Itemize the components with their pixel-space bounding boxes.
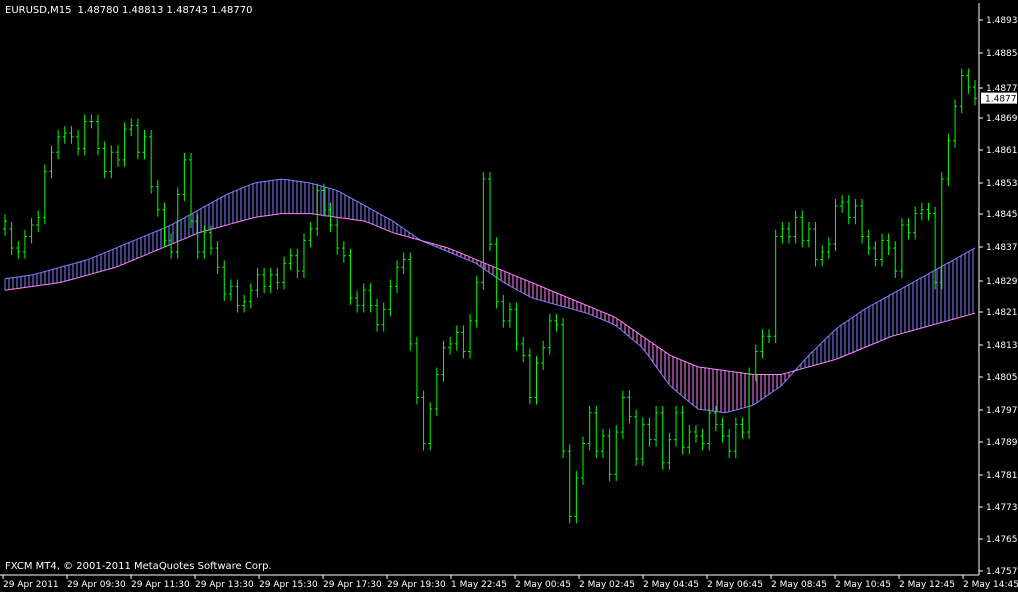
time-tick-label: 2 May 08:45 <box>771 580 827 590</box>
price-tick-label: 1.48855 <box>986 49 1018 59</box>
price-tick-label: 1.47815 <box>986 471 1018 481</box>
time-tick-label: 2 May 04:45 <box>643 580 699 590</box>
time-tick-label: 29 Apr 17:30 <box>323 580 382 590</box>
time-tick-label: 2 May 06:45 <box>707 580 763 590</box>
time-tick-label: 29 Apr 11:30 <box>131 580 190 590</box>
time-tick-label: 2 May 12:45 <box>899 580 955 590</box>
time-tick-label: 29 Apr 15:30 <box>259 580 318 590</box>
price-tick-label: 1.48455 <box>986 210 1018 220</box>
time-tick-label: 1 May 22:45 <box>451 580 507 590</box>
price-tick-label: 1.48215 <box>986 308 1018 318</box>
price-tick-label: 1.47895 <box>986 438 1018 448</box>
price-tick-label: 1.48615 <box>986 146 1018 156</box>
chart-header: EURUSD,M15 1.48780 1.48813 1.48743 1.4877… <box>5 5 252 16</box>
price-tick-label: 1.48535 <box>986 179 1018 189</box>
time-tick-label: 2 May 10:45 <box>835 580 891 590</box>
ohlc-readout: 1.48780 1.48813 1.48743 1.48770 <box>77 5 252 16</box>
time-tick-label: 29 Apr 13:30 <box>195 580 254 590</box>
current-price-marker: 1.48770 <box>981 92 1018 105</box>
price-tick-label: 1.48295 <box>986 277 1018 287</box>
price-tick-label: 1.48135 <box>986 341 1018 351</box>
price-tick-label: 1.48375 <box>986 243 1018 253</box>
price-tick-label: 1.48695 <box>986 114 1018 124</box>
copyright-footer: FXCM MT4, © 2001-2011 MetaQuotes Softwar… <box>5 561 272 572</box>
price-tick-label: 1.48770 <box>986 84 1018 94</box>
price-tick-label: 1.47735 <box>986 503 1018 513</box>
price-tick-label: 1.47655 <box>986 535 1018 545</box>
chart-background <box>0 0 1018 592</box>
time-tick-label: 29 Apr 2011 <box>3 580 59 590</box>
symbol-timeframe: EURUSD,M15 <box>5 5 71 16</box>
current-price-label: 1.48770 <box>985 95 1018 105</box>
price-chart[interactable]: 1.48935 1.48855 1.48770 1.48695 1.48615 1.485… <box>0 0 1018 592</box>
price-tick-label: 1.47575 <box>986 567 1018 577</box>
time-tick-label: 2 May 00:45 <box>515 580 571 590</box>
price-tick-label: 1.47975 <box>986 406 1018 416</box>
time-tick-label: 2 May 02:45 <box>579 580 635 590</box>
time-tick-label: 2 May 14:45 <box>963 580 1018 590</box>
price-tick-label: 1.48055 <box>986 373 1018 383</box>
price-tick-label: 1.48935 <box>986 16 1018 26</box>
time-tick-label: 29 Apr 09:30 <box>67 580 126 590</box>
time-tick-label: 29 Apr 19:30 <box>387 580 446 590</box>
